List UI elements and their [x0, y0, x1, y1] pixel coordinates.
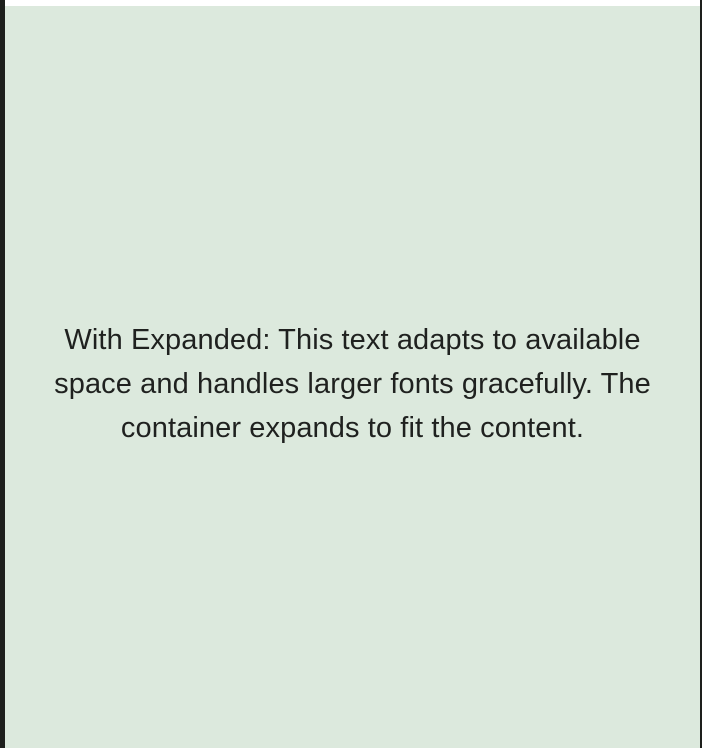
expanded-container: With Expanded: This text adapts to avail…: [5, 6, 700, 748]
expanded-text: With Expanded: This text adapts to avail…: [54, 324, 651, 444]
